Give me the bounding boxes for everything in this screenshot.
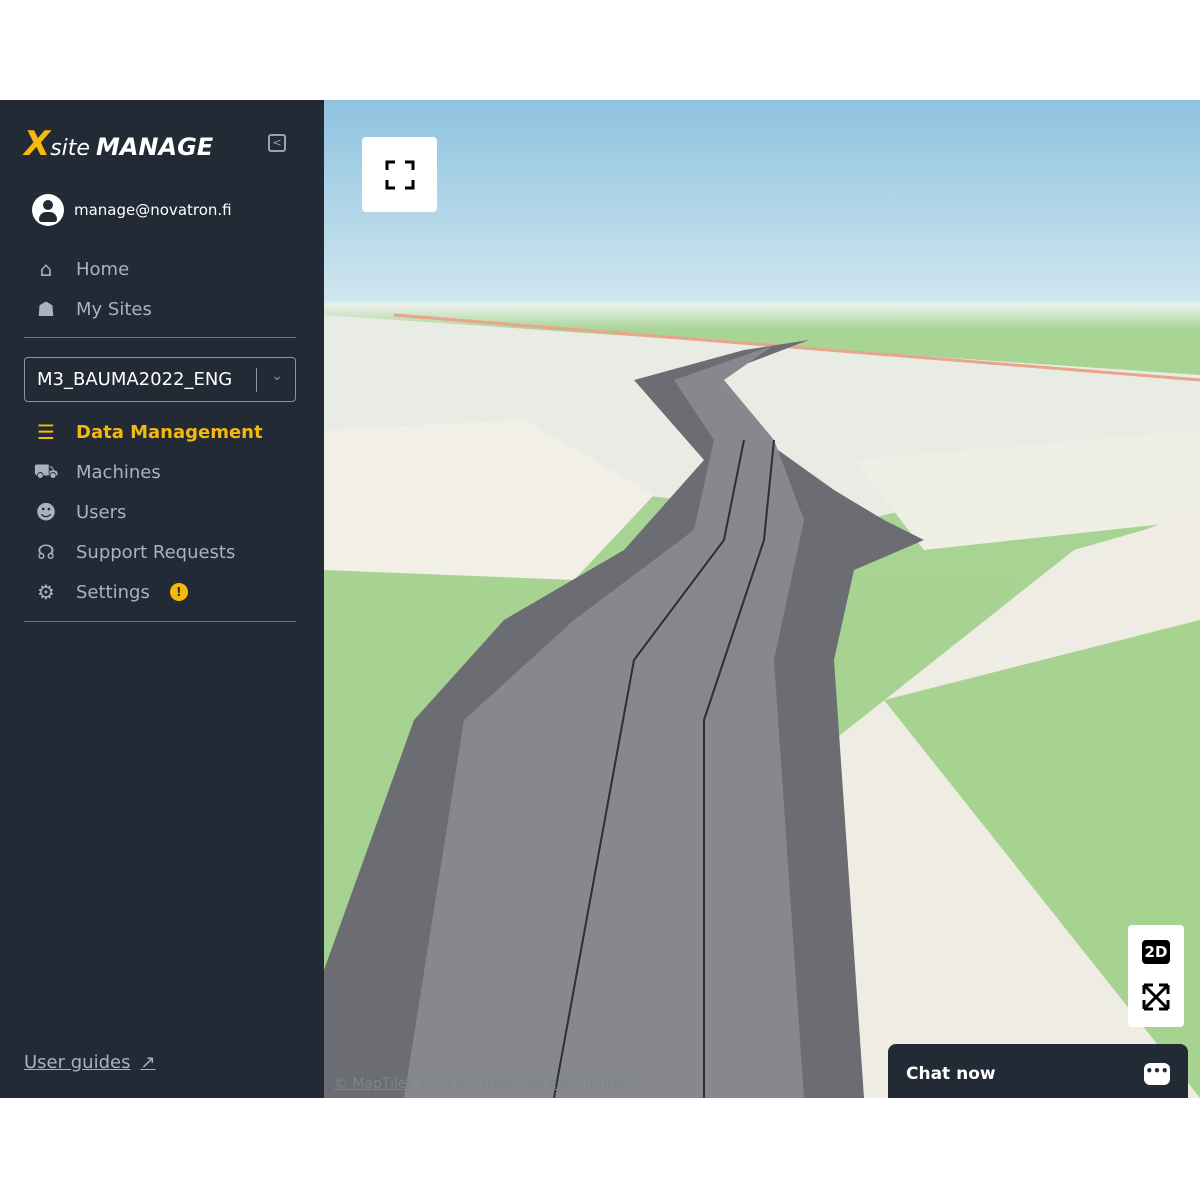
warning-badge: !: [169, 583, 188, 601]
logo-site: site: [50, 136, 90, 161]
select-separator: [256, 368, 257, 392]
headset-icon: ☊: [37, 540, 55, 564]
gears-icon: ⚙: [37, 580, 55, 604]
nav-label: My Sites: [76, 298, 152, 320]
nav-users[interactable]: ☻ Users: [32, 492, 263, 532]
logo-manage: MANAGE: [95, 133, 214, 161]
external-link-icon: ↗: [140, 1052, 156, 1073]
map-scene: [324, 313, 1200, 1098]
excavator-icon: ⛟: [33, 458, 59, 483]
nav-label: Support Requests: [76, 541, 236, 563]
chat-now-button[interactable]: Chat now •••: [888, 1044, 1188, 1098]
chat-bubble-icon: •••: [1144, 1063, 1170, 1085]
user-guides-link[interactable]: User guides ↗: [24, 1052, 156, 1073]
database-icon: ☰: [37, 420, 55, 444]
chat-label: Chat now: [906, 1064, 996, 1084]
fullscreen-button[interactable]: [362, 137, 437, 212]
nav-home[interactable]: ⌂ Home: [32, 249, 152, 289]
nav-label: Machines: [76, 461, 161, 483]
top-nav: ⌂ Home ☗ My Sites: [32, 249, 152, 329]
map-controls: 2D: [1128, 925, 1184, 1027]
user-guides-label: User guides: [24, 1052, 131, 1073]
home-icon: ⌂: [39, 257, 53, 281]
zoom-extent-icon[interactable]: [1141, 982, 1171, 1012]
user-email: manage@novatron.fi: [74, 201, 232, 219]
nav-my-sites[interactable]: ☗ My Sites: [32, 289, 152, 329]
nav-machines[interactable]: ⛟ Machines: [32, 452, 263, 492]
collapse-sidebar-button[interactable]: <: [268, 134, 286, 152]
divider: [24, 337, 296, 338]
osm-link[interactable]: © OpenStreetMap contributors: [417, 1076, 635, 1092]
users-icon: ☻: [35, 500, 57, 524]
nav-label: Home: [76, 258, 130, 280]
toggle-2d-button[interactable]: 2D: [1141, 940, 1171, 964]
worker-icon: ☗: [37, 297, 55, 321]
divider: [24, 621, 296, 622]
nav-label: Data Management: [76, 421, 263, 443]
chevron-down-icon: ⌄: [271, 368, 283, 384]
map-3d-view[interactable]: 2D © MapTiler © OpenStreetMap contributo…: [324, 100, 1200, 1098]
user-profile[interactable]: manage@novatron.fi: [32, 194, 232, 226]
nav-label: Users: [76, 501, 127, 523]
logo-x: X: [24, 124, 51, 164]
nav-support-requests[interactable]: ☊ Support Requests: [32, 532, 263, 572]
nav-label: Settings: [76, 581, 150, 603]
nav-settings[interactable]: ⚙ Settings!: [32, 572, 263, 612]
sidebar: X site MANAGE < manage@novatron.fi ⌂ Home…: [0, 100, 324, 1098]
site-nav: ☰ Data Management ⛟ Machines ☻ Users ☊ Suppo…: [32, 412, 263, 612]
site-select[interactable]: M3_BAUMA2022_ENG ⌄: [24, 357, 296, 402]
map-attribution: © MapTiler © OpenStreetMap contributors: [334, 1076, 634, 1092]
nav-data-management[interactable]: ☰ Data Management: [32, 412, 263, 452]
logo: X site MANAGE: [24, 124, 214, 164]
fullscreen-icon: [385, 160, 414, 189]
maptiler-link[interactable]: © MapTiler: [334, 1076, 412, 1092]
site-select-value: M3_BAUMA2022_ENG: [37, 369, 233, 390]
app: X site MANAGE < manage@novatron.fi ⌂ Home…: [0, 100, 1200, 1098]
avatar: [32, 194, 64, 226]
